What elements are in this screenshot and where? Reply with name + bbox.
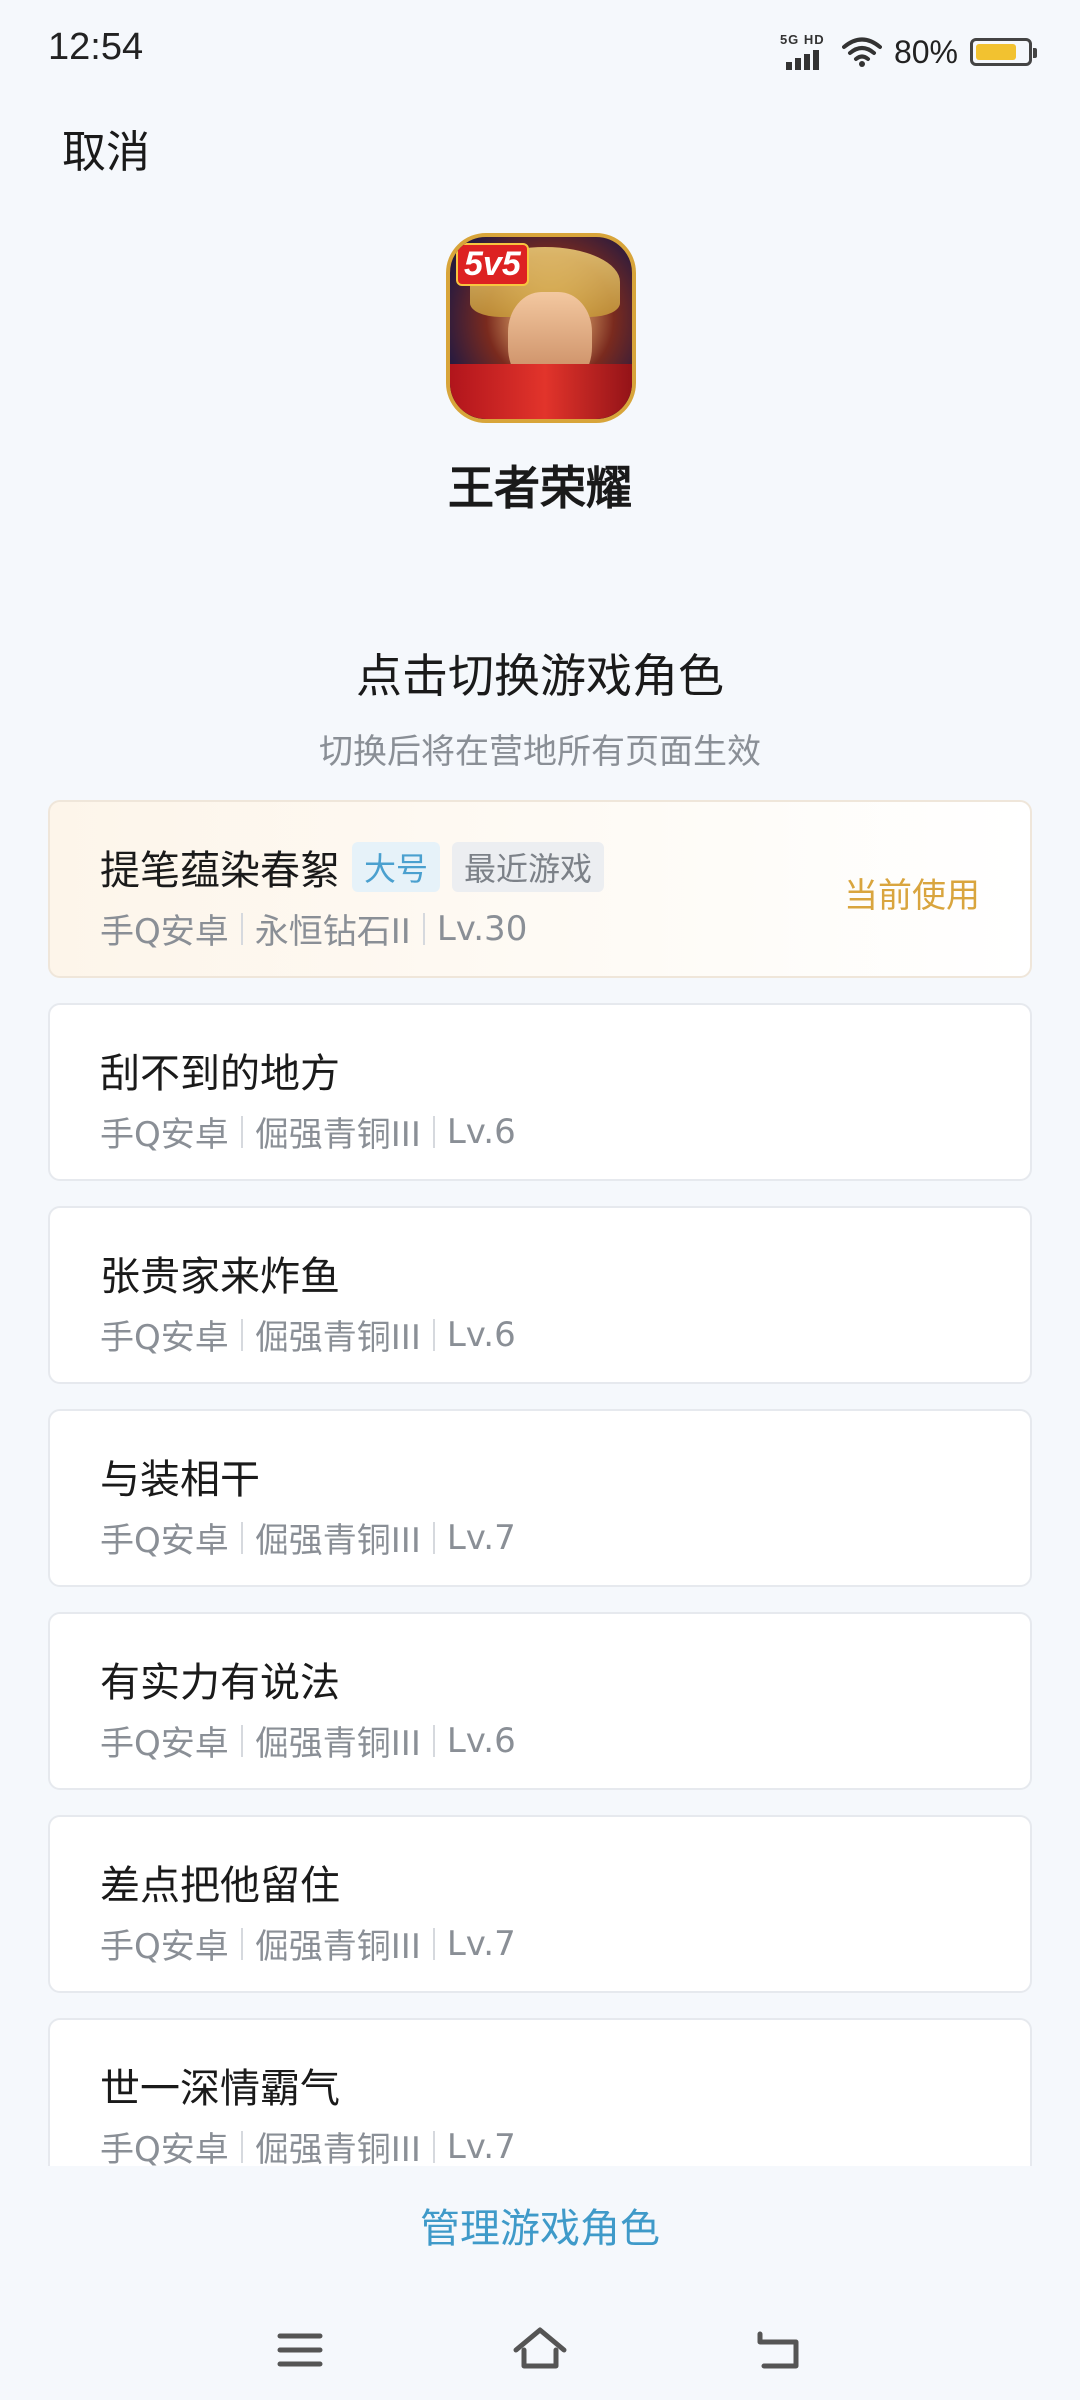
cancel-button[interactable]: 取消 <box>62 116 150 180</box>
role-card-current[interactable]: 提笔蕴染春絮 大号 最近游戏 手Q安卓 永恒钻石II Lv.30 当前使用 <box>48 800 1032 978</box>
role-platform: 手Q安卓 <box>100 1115 229 1155</box>
role-platform: 手Q安卓 <box>100 1927 229 1967</box>
current-use-label: 当前使用 <box>844 876 980 916</box>
role-card[interactable]: 差点把他留住 手Q安卓 倔强青铜III Lv.7 <box>48 1815 1032 1993</box>
role-rank: 倔强青铜III <box>254 1927 421 1967</box>
role-level: Lv.30 <box>436 908 528 949</box>
role-level: Lv.7 <box>446 1923 516 1964</box>
back-icon[interactable] <box>750 2320 810 2380</box>
role-name: 张贵家来炸鱼 <box>100 1254 340 1300</box>
menu-icon[interactable] <box>270 2320 330 2380</box>
battery-fill <box>976 44 1016 60</box>
battery-percentage: 80% <box>893 33 958 70</box>
role-rank: 倔强青铜III <box>254 1115 421 1155</box>
section-title: 点击切换游戏角色 <box>356 649 724 703</box>
role-level: Lv.6 <box>446 1314 516 1355</box>
role-platform: 手Q安卓 <box>100 1521 229 1561</box>
role-name: 与装相干 <box>100 1457 260 1503</box>
role-card[interactable]: 世一深情霸气 手Q安卓 倔强青铜III Lv.7 <box>48 2018 1032 2166</box>
section-subtitle: 切换后将在营地所有页面生效 <box>319 732 761 772</box>
role-card[interactable]: 有实力有说法 手Q安卓 倔强青铜III Lv.6 <box>48 1612 1032 1790</box>
role-rank: 倔强青铜III <box>254 2130 421 2166</box>
role-platform: 手Q安卓 <box>100 1318 229 1358</box>
navigation-bar <box>0 2300 1080 2400</box>
cellular-signal-icon: 5G HD <box>780 32 830 72</box>
home-icon[interactable] <box>510 2320 570 2380</box>
manage-roles-button[interactable]: 管理游戏角色 <box>0 2196 1080 2254</box>
wifi-icon <box>841 37 882 67</box>
battery-icon <box>970 38 1037 66</box>
role-name: 提笔蕴染春絮 <box>100 848 340 894</box>
role-list[interactable]: 提笔蕴染春絮 大号 最近游戏 手Q安卓 永恒钻石II Lv.30 当前使用 刮不… <box>48 800 1032 2166</box>
role-name: 刮不到的地方 <box>100 1051 340 1097</box>
role-name: 有实力有说法 <box>100 1660 340 1706</box>
app-icon: 5v5 <box>446 233 636 423</box>
status-bar: 12:54 5G HD 80% <box>0 0 1080 100</box>
role-name: 差点把他留住 <box>100 1863 340 1909</box>
recent-game-tag: 最近游戏 <box>452 842 605 892</box>
role-card[interactable]: 刮不到的地方 手Q安卓 倔强青铜III Lv.6 <box>48 1003 1032 1181</box>
role-card[interactable]: 张贵家来炸鱼 手Q安卓 倔强青铜III Lv.6 <box>48 1206 1032 1384</box>
network-label: 5G HD <box>779 32 825 47</box>
role-level: Lv.6 <box>446 1720 516 1761</box>
role-platform: 手Q安卓 <box>100 2130 229 2166</box>
role-rank: 永恒钻石II <box>254 912 411 952</box>
role-card[interactable]: 与装相干 手Q安卓 倔强青铜III Lv.7 <box>48 1409 1032 1587</box>
role-platform: 手Q安卓 <box>100 1724 229 1764</box>
app-name: 王者荣耀 <box>448 461 632 515</box>
role-level: Lv.6 <box>446 1111 516 1152</box>
status-icons: 5G HD 80% <box>780 30 1037 74</box>
app-icon-badge: 5v5 <box>456 243 529 286</box>
role-rank: 倔强青铜III <box>254 1521 421 1561</box>
role-level: Lv.7 <box>446 2126 516 2167</box>
role-rank: 倔强青铜III <box>254 1318 421 1358</box>
role-level: Lv.7 <box>446 1517 516 1558</box>
role-name: 世一深情霸气 <box>100 2066 340 2112</box>
role-rank: 倔强青铜III <box>254 1724 421 1764</box>
status-time: 12:54 <box>48 26 144 68</box>
role-platform: 手Q安卓 <box>100 912 229 952</box>
main-account-tag: 大号 <box>352 842 441 892</box>
